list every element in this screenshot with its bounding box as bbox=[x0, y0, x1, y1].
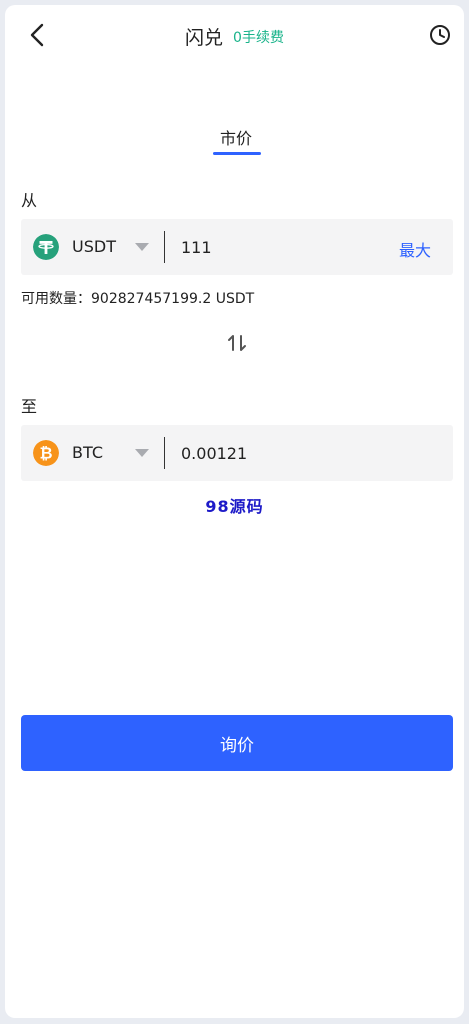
from-amount-input[interactable] bbox=[181, 229, 381, 265]
to-label: 至 bbox=[21, 397, 38, 416]
field-divider bbox=[164, 231, 165, 263]
title-wrap: 闪兑 0手续费 bbox=[5, 23, 464, 49]
swap-vertical-icon bbox=[228, 335, 246, 351]
chevron-down-icon bbox=[135, 243, 149, 251]
max-button[interactable]: 最大 bbox=[399, 237, 431, 261]
bitcoin-icon: ₿ bbox=[33, 440, 59, 466]
tab-market-price[interactable]: 市价 bbox=[213, 125, 259, 149]
clock-icon bbox=[430, 25, 450, 45]
quote-button[interactable]: 询价 bbox=[21, 715, 453, 771]
swap-button[interactable] bbox=[227, 332, 249, 354]
fee-badge: 0手续费 bbox=[233, 29, 284, 46]
tab-active-indicator bbox=[213, 152, 261, 155]
from-coin-select[interactable]: USDT bbox=[21, 219, 164, 275]
history-button[interactable] bbox=[428, 23, 452, 47]
to-coin-name: BTC bbox=[72, 443, 103, 462]
app-frame: 闪兑0手续费 市价 从 USDT 最大 可用数量：9028274571 bbox=[5, 5, 464, 1018]
to-field: ₿ BTC bbox=[21, 425, 453, 481]
svg-text:₿: ₿ bbox=[39, 444, 52, 463]
chevron-down-icon bbox=[135, 449, 149, 457]
from-field: USDT 最大 bbox=[21, 219, 453, 275]
tether-icon bbox=[33, 234, 59, 260]
available-label: 可用数量： bbox=[21, 291, 91, 307]
from-coin-name: USDT bbox=[72, 237, 116, 256]
available-value: 902827457199.2 USDT bbox=[91, 291, 255, 307]
available-balance: 可用数量：902827457199.2 USDT bbox=[21, 288, 254, 308]
watermark-text: 98源码 bbox=[205, 497, 264, 516]
field-divider bbox=[164, 437, 165, 469]
page-title: 闪兑 bbox=[185, 27, 224, 49]
header: 闪兑 0手续费 bbox=[5, 5, 464, 67]
from-label: 从 bbox=[21, 191, 38, 210]
to-amount-input[interactable] bbox=[181, 435, 381, 471]
to-coin-select[interactable]: ₿ BTC bbox=[21, 425, 164, 481]
